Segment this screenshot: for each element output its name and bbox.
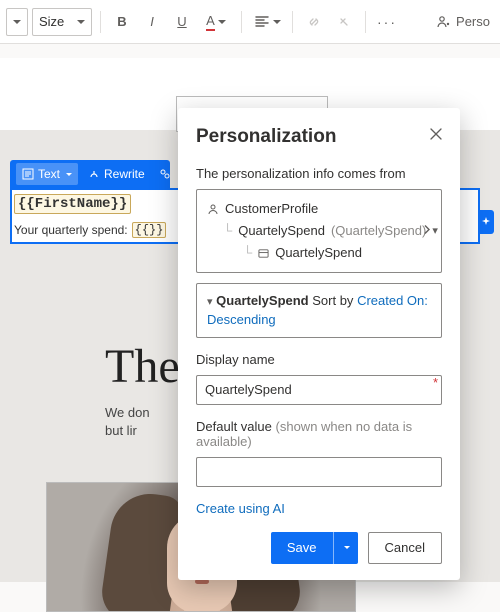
personalization-icon [159,168,171,180]
font-family-dropdown[interactable] [6,8,28,36]
profile-icon [207,203,219,215]
chevron-down-icon [13,20,21,24]
panel-title: Personalization [196,126,442,148]
format-toolbar: Size B I U A ··· Perso [0,0,500,44]
filter-icon: ▾ [207,296,213,308]
ribbon-text-label: Text [38,167,60,181]
save-button[interactable]: Save [271,532,358,564]
create-using-ai-link[interactable]: Create using AI [196,501,285,516]
link-button[interactable] [301,9,327,35]
filter-icon: ▾ [432,222,438,241]
default-value-label: Default value (shown when no data is ava… [196,419,442,449]
source-label: The personalization info comes from [196,166,442,181]
firstname-token[interactable]: {{FirstName}} [14,194,131,214]
sort-field: QuartelySpend [216,293,308,308]
block-handle[interactable] [478,210,494,234]
tree-root: CustomerProfile [225,198,318,220]
close-button[interactable] [424,122,448,146]
rewrite-icon [88,168,100,180]
tree-leaf: QuartelySpend [275,242,362,264]
more-options-button[interactable]: ··· [374,9,400,35]
default-value-input[interactable] [196,457,442,487]
unlink-button[interactable] [331,9,357,35]
font-size-label: Size [39,14,64,29]
ribbon-rewrite-label: Rewrite [104,167,145,181]
required-indicator: * [433,375,438,390]
ribbon-extra-button[interactable] [155,163,175,185]
chevron-down-icon [273,20,281,24]
personalize-label: Perso [456,14,490,29]
sparkle-icon [480,216,492,228]
font-size-dropdown[interactable]: Size [32,8,92,36]
personalize-button[interactable]: Perso [432,9,494,35]
link-icon [306,14,322,30]
display-name-input[interactable] [196,375,442,405]
field-icon [258,248,269,259]
chevron-down-icon [218,20,226,24]
chevron-right-icon [423,224,431,239]
align-button[interactable] [250,9,284,35]
chevron-down-icon [66,173,72,176]
spend-token[interactable]: {{}} [132,222,167,238]
save-split[interactable] [333,532,358,564]
ribbon-rewrite-button[interactable]: Rewrite [82,163,151,185]
font-color-button[interactable]: A [199,9,233,35]
sort-text: Sort by [312,293,353,308]
person-icon [436,14,452,30]
data-source-selector[interactable]: CustomerProfile └ QuartelySpend (Quartel… [196,189,442,273]
text-block-icon [22,168,34,180]
personalization-panel: Personalization The personalization info… [178,108,460,580]
underline-button[interactable]: U [169,9,195,35]
element-ribbon: Text Rewrite [10,160,170,188]
ribbon-text-button[interactable]: Text [16,163,78,185]
close-icon [429,127,443,141]
sort-box[interactable]: ▾ QuartelySpend Sort by Created On: Desc… [196,283,442,338]
chevron-down-icon [77,20,85,24]
chevron-down-icon [344,546,350,549]
panel-actions: Save Cancel [196,532,442,564]
save-label: Save [271,540,333,555]
italic-button[interactable]: I [139,9,165,35]
display-name-label: Display name [196,352,442,367]
unlink-icon [336,14,352,30]
bold-button[interactable]: B [109,9,135,35]
spend-prefix-text: Your quarterly spend: [14,223,128,237]
tree-child-paren: (QuartelySpend) [331,220,426,242]
cancel-button[interactable]: Cancel [368,532,442,564]
align-left-icon [254,14,270,30]
tree-child: QuartelySpend [238,220,325,242]
